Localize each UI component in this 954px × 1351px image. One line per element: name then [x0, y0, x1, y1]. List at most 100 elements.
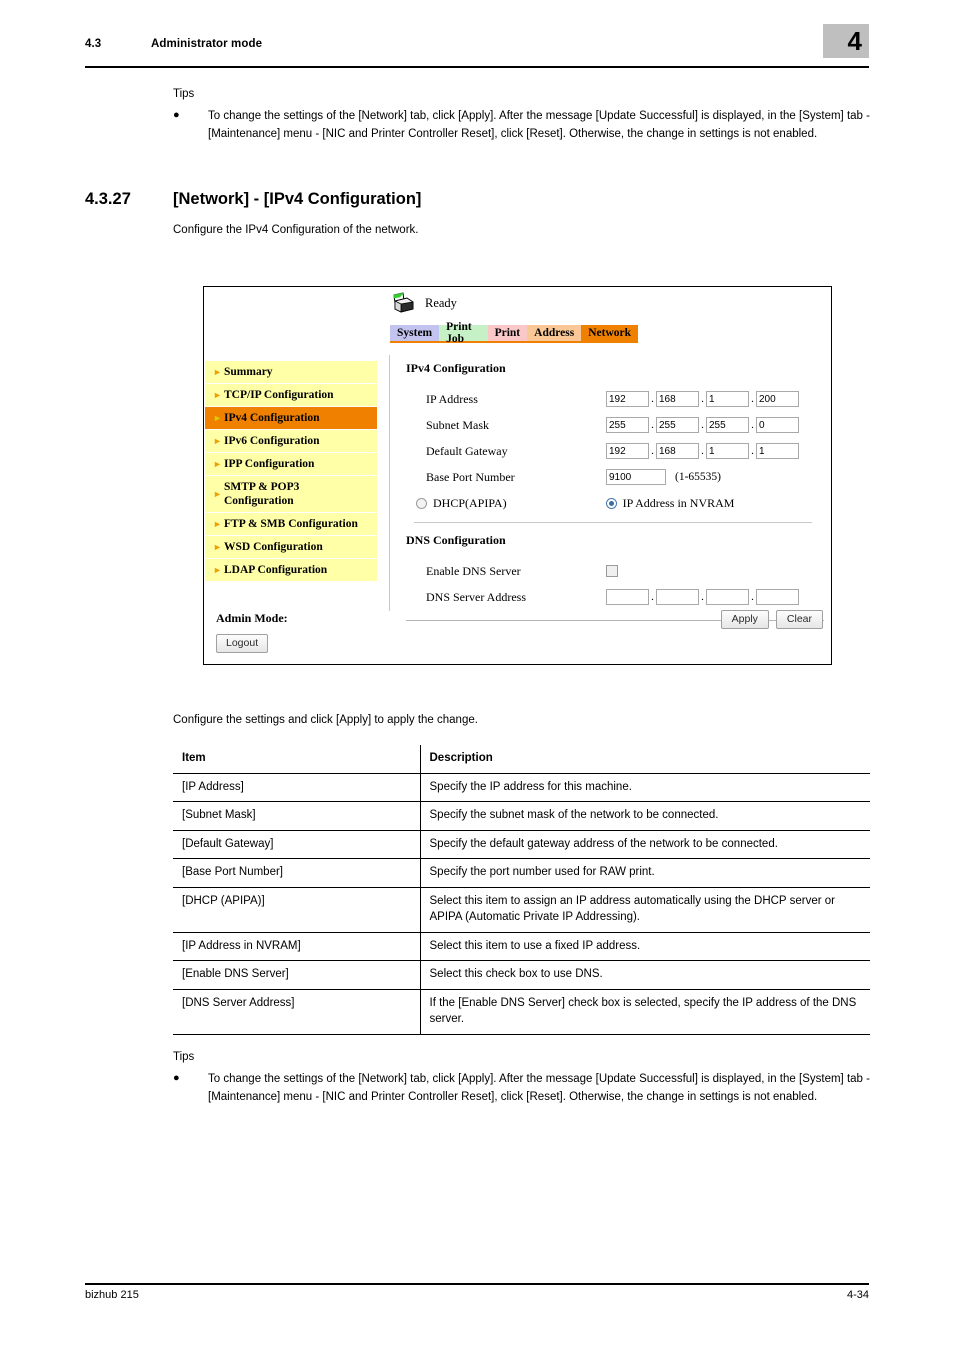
sidebar-item-label: WSD Configuration	[224, 541, 323, 553]
enable-dns-server-label: Enable DNS Server	[426, 563, 521, 578]
subnet-mask-octet-4[interactable]: 0	[756, 417, 799, 433]
table-row: [Base Port Number] Specify the port numb…	[173, 858, 870, 887]
chevron-right-icon: ►	[213, 488, 222, 499]
dhcp-apipa-label: DHCP(APIPA)	[433, 495, 507, 510]
ipv4-configuration-panel: IPv4 Configuration IP Address 192 . 168 …	[406, 361, 826, 621]
default-gateway-octet-1[interactable]: 192	[606, 443, 649, 459]
sidebar-item-label: FTP & SMB Configuration	[224, 518, 358, 530]
table-row: [Default Gateway] Specify the default ga…	[173, 830, 870, 859]
default-gateway-octet-3[interactable]: 1	[706, 443, 749, 459]
tips-top-bullet-icon: ●	[173, 109, 180, 121]
octet-separator: .	[651, 393, 654, 405]
dns-server-address-octet-2[interactable]	[656, 589, 699, 605]
default-gateway-label: Default Gateway	[426, 443, 508, 458]
sidebar-item-ftp-smb-configuration[interactable]: ► FTP & SMB Configuration	[205, 513, 377, 536]
sidebar-item-ldap-configuration[interactable]: ► LDAP Configuration	[205, 559, 377, 582]
footer-product-name: bizhub 215	[85, 1289, 139, 1301]
section-separator	[414, 522, 812, 523]
column-header-item: Item	[173, 745, 421, 773]
octet-separator: .	[701, 591, 704, 603]
header-section-title: Administrator mode	[151, 38, 263, 50]
admin-mode-label: Admin Mode:	[216, 611, 288, 625]
chapter-number-badge: 4	[823, 24, 869, 58]
enable-dns-server-row: Enable DNS Server	[406, 558, 826, 584]
tips-top-text: To change the settings of the [Network] …	[208, 110, 870, 140]
ip-address-in-nvram-radio[interactable]	[605, 497, 617, 509]
table-row: [Enable DNS Server] Select this check bo…	[173, 960, 870, 989]
table-cell-description: Specify the IP address for this machine.	[429, 780, 632, 793]
table-cell-item: [Subnet Mask]	[173, 801, 421, 830]
tab-print[interactable]: Print	[487, 325, 528, 341]
chevron-right-icon: ►	[213, 412, 222, 423]
dns-server-address-octet-3[interactable]	[706, 589, 749, 605]
sidebar-item-summary[interactable]: ► Summary	[205, 361, 377, 384]
subnet-mask-row: Subnet Mask 255 . 255 . 255 . 0	[406, 412, 826, 438]
sidebar-item-wsd-configuration[interactable]: ► WSD Configuration	[205, 536, 377, 559]
tab-print-job[interactable]: Print Job	[439, 321, 488, 344]
ip-address-octet-1[interactable]: 192	[606, 391, 649, 407]
chevron-right-icon: ►	[213, 458, 222, 469]
tab-address[interactable]: Address	[527, 325, 582, 341]
table-row: [Subnet Mask] Specify the subnet mask of…	[173, 801, 870, 830]
page-footer: bizhub 215 4-34	[85, 1289, 869, 1301]
dns-configuration-heading: DNS Configuration	[406, 533, 506, 547]
subnet-mask-octet-3[interactable]: 255	[706, 417, 749, 433]
table-cell-description: Select this item to use a fixed IP addre…	[429, 939, 641, 952]
dhcp-apipa-radio[interactable]	[416, 497, 427, 509]
sidebar-item-smtp-pop3-configuration[interactable]: ► SMTP & POP3 Configuration	[205, 476, 377, 513]
base-port-number-input[interactable]: 9100	[606, 469, 666, 485]
default-gateway-octet-4[interactable]: 1	[756, 443, 799, 459]
octet-separator: .	[751, 591, 754, 603]
logout-button[interactable]: Logout	[216, 634, 269, 653]
section-description: Configure the IPv4 Configuration of the …	[173, 224, 419, 236]
table-row: [IP Address in NVRAM] Select this item t…	[173, 932, 870, 961]
sidebar: ► Summary ► TCP/IP Configuration ► IPv4 …	[205, 361, 377, 582]
tab-system[interactable]: System	[390, 325, 440, 341]
footer-rule	[85, 1283, 869, 1285]
panel-divider	[389, 355, 390, 611]
ip-address-octet-3[interactable]: 1	[706, 391, 749, 407]
octet-separator: .	[701, 419, 704, 431]
header-section-number: 4.3	[85, 38, 102, 50]
dns-server-address-row: DNS Server Address . . .	[406, 584, 826, 610]
table-cell-item: [Enable DNS Server]	[173, 960, 421, 989]
octet-separator: .	[651, 419, 654, 431]
table-row: [DHCP (APIPA)] Select this item to assig…	[173, 887, 870, 932]
footer-page-number: 4-34	[846, 1289, 869, 1301]
enable-dns-server-checkbox[interactable]	[606, 565, 618, 577]
sidebar-item-ipv6-configuration[interactable]: ► IPv6 Configuration	[205, 430, 377, 453]
dns-server-address-octet-1[interactable]	[606, 589, 649, 605]
printer-icon	[390, 292, 416, 314]
sidebar-item-label: LDAP Configuration	[224, 564, 328, 576]
column-header-description: Description	[429, 752, 493, 764]
ip-address-octet-4[interactable]: 200	[756, 391, 799, 407]
subnet-mask-octet-1[interactable]: 255	[606, 417, 649, 433]
chevron-right-icon: ►	[213, 389, 222, 400]
dns-server-address-octet-4[interactable]	[756, 589, 799, 605]
octet-separator: .	[701, 393, 704, 405]
tips-bottom-bullet-icon: ●	[173, 1072, 180, 1084]
clear-button[interactable]: Clear	[775, 610, 823, 629]
sidebar-item-label: Summary	[224, 366, 273, 378]
sidebar-item-tcpip-configuration[interactable]: ► TCP/IP Configuration	[205, 384, 377, 407]
octet-separator: .	[751, 419, 754, 431]
octet-separator: .	[751, 393, 754, 405]
table-cell-item: [IP Address in NVRAM]	[173, 932, 421, 961]
tab-network[interactable]: Network	[581, 325, 638, 341]
sidebar-item-ipv4-configuration[interactable]: ► IPv4 Configuration	[205, 407, 377, 430]
ip-address-octet-2[interactable]: 168	[656, 391, 699, 407]
base-port-number-label: Base Port Number	[426, 469, 515, 484]
base-port-number-row: Base Port Number 9100 (1-65535)	[406, 464, 826, 490]
apply-button[interactable]: Apply	[720, 610, 769, 629]
default-gateway-octet-2[interactable]: 168	[656, 443, 699, 459]
table-cell-item: [Default Gateway]	[173, 830, 421, 859]
octet-separator: .	[751, 445, 754, 457]
subnet-mask-octet-2[interactable]: 255	[656, 417, 699, 433]
sidebar-item-label: SMTP & POP3 Configuration	[224, 481, 300, 507]
table-cell-item: [Base Port Number]	[173, 858, 421, 887]
tips-bottom-block: ● To change the settings of the [Network…	[173, 1071, 870, 1106]
table-cell-description: Select this check box to use DNS.	[429, 968, 603, 980]
header-rule	[85, 66, 869, 68]
table-cell-item: [IP Address]	[173, 773, 421, 802]
sidebar-item-ipp-configuration[interactable]: ► IPP Configuration	[205, 453, 377, 476]
